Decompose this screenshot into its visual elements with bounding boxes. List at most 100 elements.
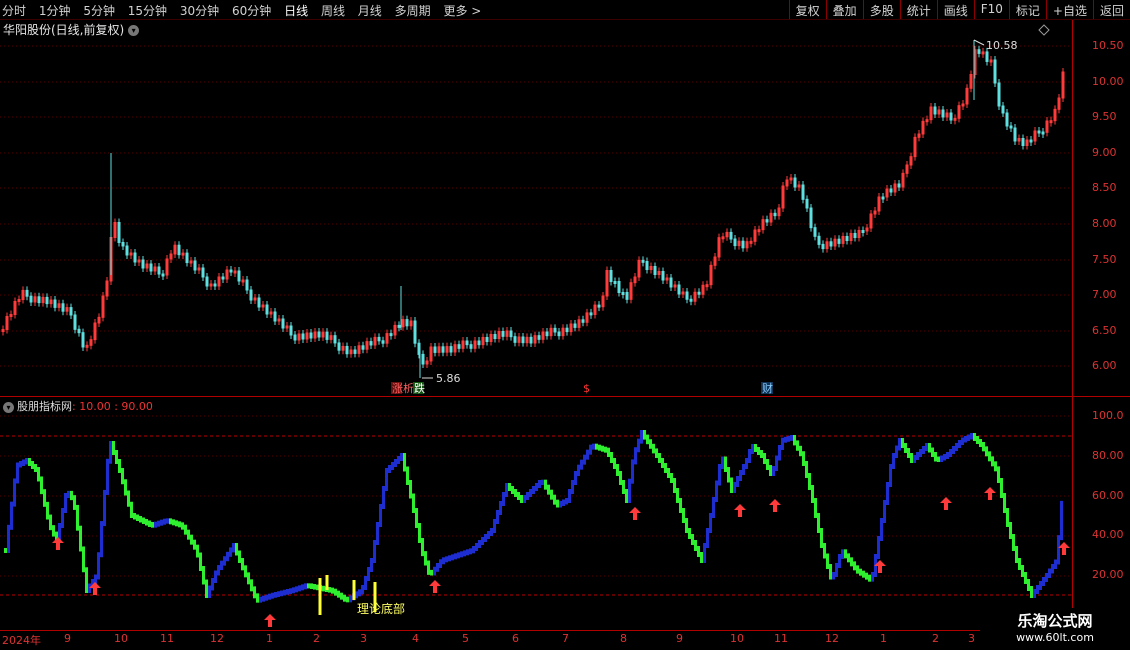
candle-body: [733, 238, 737, 247]
indicator-bar: [472, 546, 475, 554]
event-tag-zhang: 涨: [392, 382, 403, 395]
candle-body: [457, 344, 461, 349]
candle-body: [557, 331, 561, 337]
indicator-bar: [1051, 564, 1054, 574]
indicator-bar: [277, 591, 280, 597]
indicator-bar: [1006, 508, 1009, 527]
indicator-bar: [664, 463, 667, 473]
indicator-bar: [436, 563, 439, 572]
indicator-bar: [916, 452, 919, 460]
indicator-bar: [304, 583, 307, 590]
indicator-bar: [1045, 573, 1048, 582]
candle-body: [817, 235, 821, 245]
indicator-bar: [394, 459, 397, 467]
candle-body: [389, 333, 393, 337]
candle-body: [25, 289, 29, 297]
event-tag-cai: 财: [762, 381, 773, 395]
indicator-bar: [562, 499, 565, 506]
indicator-bar: [598, 444, 601, 451]
indicator-bar: [214, 570, 217, 583]
indicator-bar: [22, 459, 25, 466]
indicator-bar: [889, 464, 892, 487]
indicator-bar: [841, 549, 844, 559]
indicator-bar: [427, 560, 430, 575]
indicator-bar: [880, 518, 883, 541]
indicator-bar: [283, 589, 286, 596]
up-arrow-icon: [769, 499, 781, 512]
x-axis-tick-label: 10: [114, 632, 128, 645]
indicator-bar: [16, 462, 19, 484]
high-price-label: 10.58: [986, 39, 1018, 52]
indicator-bar: [751, 444, 754, 454]
candle-body: [509, 330, 513, 338]
price-label: 7.50: [1092, 253, 1117, 266]
candle-body: [73, 314, 77, 330]
price-label: 9.50: [1092, 110, 1117, 123]
indicator-bar: [250, 579, 253, 592]
candle-body: [381, 340, 385, 344]
candle-body: [501, 331, 505, 337]
indicator-bar: [838, 554, 841, 568]
indicator-bar: [619, 471, 622, 485]
indicator-bar: [46, 501, 49, 520]
indicator-title[interactable]: ▾ 股朋指标网: 10.00 : 90.00: [3, 398, 153, 414]
indicator-bar: [25, 458, 28, 465]
indicator-bar: [178, 521, 181, 528]
indicator-bar: [229, 547, 232, 557]
candle-body: [1041, 131, 1045, 135]
candle-body: [609, 270, 613, 282]
indicator-series: [4, 430, 1063, 615]
indicator-bar: [784, 436, 787, 443]
candle-body: [237, 270, 241, 282]
indicator-bar: [88, 583, 91, 593]
candle-body: [301, 333, 305, 340]
indicator-bar: [247, 572, 250, 585]
indicator-bar: [451, 554, 454, 561]
indicator-bar: [721, 456, 724, 469]
candle-body: [185, 252, 189, 264]
indicator-bar: [193, 539, 196, 550]
candle-body: [977, 49, 981, 54]
indicator-bar: [136, 514, 139, 521]
indicator-bar: [1024, 572, 1027, 584]
indicator-bar: [790, 435, 793, 441]
candle-body: [465, 340, 469, 346]
indicator-bar: [238, 550, 241, 563]
indicator-bar: [712, 497, 715, 518]
indicator-bar: [670, 473, 673, 483]
indicator-bar: [307, 583, 310, 589]
indicator-params: : 10.00 : 90.00: [72, 400, 153, 413]
indicator-bar: [646, 434, 649, 445]
indicator-bar: [157, 520, 160, 527]
indicator-bar: [706, 528, 709, 548]
indicator-bar: [694, 540, 697, 551]
indicator-bar: [145, 519, 148, 526]
candle-body: [449, 346, 453, 353]
candle-body: [177, 244, 181, 256]
indicator-bar: [70, 490, 73, 501]
indicator-bar: [574, 471, 577, 485]
watermark-url: www.60lt.com: [1016, 631, 1094, 644]
indicator-bar: [592, 443, 595, 450]
candle-body: [521, 336, 525, 344]
indicator-bar: [85, 567, 88, 593]
candle-body: [1005, 112, 1009, 127]
indicator-bar: [544, 479, 547, 490]
indicator-bar: [583, 454, 586, 465]
chevron-down-icon[interactable]: ▾: [3, 401, 14, 413]
indicator-bar: [529, 489, 532, 497]
candle-body: [433, 346, 437, 353]
indicator-bar: [49, 514, 52, 531]
candle-body: [933, 106, 937, 115]
indicator-bar: [925, 443, 928, 451]
indicator-bar: [349, 595, 352, 603]
indicator-bar: [412, 493, 415, 513]
candle-body: [993, 59, 997, 84]
candle-body: [813, 227, 817, 237]
indicator-bar: [700, 552, 703, 563]
bottom-annotation: 理论底部: [357, 601, 405, 616]
candle-body: [493, 334, 497, 339]
indicator-bar: [274, 592, 277, 598]
indicator-bar: [565, 498, 568, 505]
indicator-bar: [571, 480, 574, 494]
